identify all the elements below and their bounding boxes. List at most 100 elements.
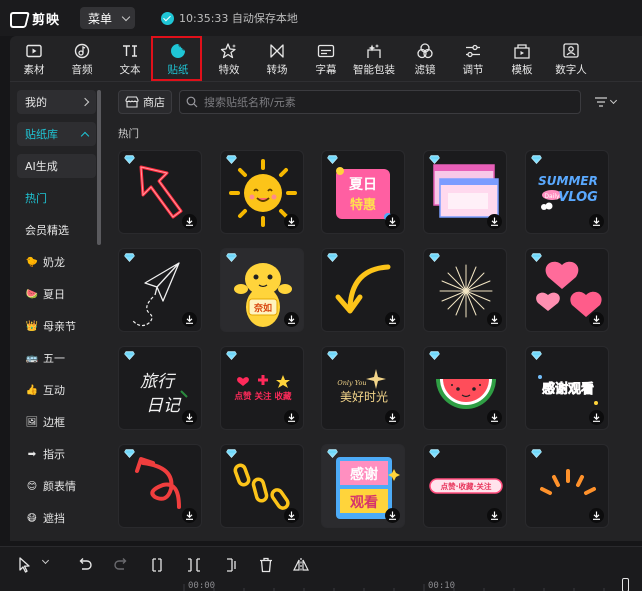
sidebar-item-vip[interactable]: 会员精选 (17, 218, 96, 242)
download-button[interactable] (182, 508, 197, 523)
sidebar-item-library[interactable]: 贴纸库 (17, 122, 96, 146)
sidebar-item-emoticon[interactable]: 😊 颜表情 (17, 474, 96, 498)
sticker-yellow-curve-arrow[interactable] (321, 248, 405, 332)
sticker-paper-plane[interactable] (118, 248, 202, 332)
sidebar-item-pointer[interactable]: ➡ 指示 (17, 442, 96, 466)
sticker-pink-windows[interactable] (423, 150, 507, 234)
sidebar-item-label: AI生成 (25, 160, 58, 173)
download-button[interactable] (182, 214, 197, 229)
download-icon (491, 217, 498, 226)
download-button[interactable] (284, 410, 299, 425)
sticker-firework[interactable] (423, 248, 507, 332)
menu-button[interactable]: 菜单 (80, 7, 136, 29)
sidebar-item-mothers-day[interactable]: 👑 母亲节 (17, 314, 96, 338)
sticker-search[interactable] (179, 90, 581, 114)
download-button[interactable] (487, 312, 502, 327)
download-button[interactable] (589, 214, 604, 229)
tab-media[interactable]: 素材 (10, 39, 58, 79)
tab-digital-human[interactable]: 数字人 (547, 39, 595, 79)
sticker-travel-diary[interactable]: 旅行 日记 (118, 346, 202, 430)
tab-audio[interactable]: 音频 (58, 39, 106, 79)
download-button[interactable] (589, 312, 604, 327)
sidebar-item-may-day[interactable]: 🚌 五一 (17, 346, 96, 370)
tab-adjust[interactable]: 调节 (449, 39, 497, 79)
sidebar-scrollbar[interactable] (97, 90, 101, 245)
store-button[interactable]: 商店 (118, 90, 172, 114)
search-input[interactable] (204, 95, 564, 109)
sticker-summer-vlog[interactable]: SUMMER Daily VLOG (525, 150, 609, 234)
tab-effects[interactable]: 特效 (205, 39, 253, 79)
download-button[interactable] (589, 410, 604, 425)
split-right-icon[interactable] (221, 556, 239, 574)
sticker-red-arrow[interactable] (118, 150, 202, 234)
select-cursor-icon[interactable] (16, 556, 34, 574)
sticker-red-swirl-arrow[interactable] (118, 444, 202, 528)
sticker-watermelon[interactable] (423, 346, 507, 430)
download-button[interactable] (182, 312, 197, 327)
download-button[interactable] (284, 508, 299, 523)
chevron-down-icon[interactable] (41, 556, 50, 565)
download-button[interactable] (385, 312, 400, 327)
autosave-text: 10:35:33 自动保存本地 (179, 12, 298, 25)
split-icon[interactable] (148, 556, 166, 574)
sticker-nailong[interactable]: 奈如 (220, 248, 304, 332)
download-button[interactable] (182, 410, 197, 425)
sidebar-item-frame[interactable]: 🖼 边框 (17, 410, 96, 434)
sidebar-item-mask[interactable]: 😷 遮挡 (17, 506, 96, 530)
sidebar-item-interaction[interactable]: 👍 互动 (17, 378, 96, 402)
download-button[interactable] (284, 312, 299, 327)
sidebar-item-ai[interactable]: AI生成 (17, 154, 96, 178)
playhead-handle[interactable] (622, 578, 629, 591)
tab-subtitle[interactable]: 字幕 (302, 39, 350, 79)
vip-diamond-icon (124, 155, 135, 164)
download-button[interactable] (385, 508, 400, 523)
filter-sort-button[interactable] (594, 92, 624, 112)
vip-diamond-icon (429, 253, 440, 262)
sticker-sun[interactable] (220, 150, 304, 234)
download-button[interactable] (487, 410, 502, 425)
timeline-ruler[interactable] (0, 578, 642, 591)
sidebar-item-label: 母亲节 (43, 320, 76, 333)
tab-smart-package[interactable]: 智能包装 (350, 39, 398, 79)
sidebar-item-nailong[interactable]: 🐤 奶龙 (17, 250, 96, 274)
digital-human-icon (563, 43, 579, 58)
redo-icon[interactable] (112, 556, 130, 574)
tab-filter[interactable]: 滤镜 (401, 39, 449, 79)
sticker-beautiful-time[interactable]: Only You 美好时光 (321, 346, 405, 430)
smile-icon: 😊 (26, 480, 38, 492)
sidebar-item-mine[interactable]: 我的 (17, 90, 96, 114)
vip-diamond-icon (429, 449, 440, 458)
download-button[interactable] (487, 508, 502, 523)
vip-diamond-icon (327, 155, 338, 164)
tab-label: 文本 (119, 64, 141, 76)
sticker-pink-hearts[interactable] (525, 248, 609, 332)
undo-icon[interactable] (76, 556, 94, 574)
picture-frame-icon: 🖼 (25, 416, 39, 428)
mirror-icon[interactable] (292, 556, 310, 574)
tab-transition[interactable]: 转场 (253, 39, 301, 79)
tab-text[interactable]: 文本 (106, 39, 154, 79)
sidebar-item-label: 遮挡 (43, 512, 65, 525)
sticker-like-bar[interactable]: 点赞·收藏·关注 (423, 444, 507, 528)
sidebar-item-summer[interactable]: 🍉 夏日 (17, 282, 96, 306)
delete-icon[interactable] (257, 556, 275, 574)
sidebar-item-label: 贴纸库 (25, 128, 58, 141)
download-button[interactable] (589, 508, 604, 523)
download-button[interactable] (385, 214, 400, 229)
sticker-summer-sale[interactable]: 夏日 特惠 (321, 150, 405, 234)
download-button[interactable] (385, 410, 400, 425)
sticker-like-follow[interactable]: 点赞 关注 收藏 (220, 346, 304, 430)
sticker-thanks-watching[interactable]: 感谢观看 (525, 346, 609, 430)
tab-template[interactable]: 模板 (498, 39, 546, 79)
sticker-orange-rays[interactable] (525, 444, 609, 528)
sidebar-item-hot[interactable]: 热门 (17, 186, 96, 210)
sticker-thanks-colorful[interactable]: 感谢 观看 (321, 444, 405, 528)
split-left-icon[interactable] (185, 556, 203, 574)
ruler-ticks-icon (183, 584, 605, 591)
download-button[interactable] (284, 214, 299, 229)
capcut-logo-icon (10, 11, 28, 28)
download-button[interactable] (487, 214, 502, 229)
download-icon (593, 315, 600, 324)
sticker-text: VLOG (558, 190, 598, 205)
sticker-yellow-marks[interactable] (220, 444, 304, 528)
